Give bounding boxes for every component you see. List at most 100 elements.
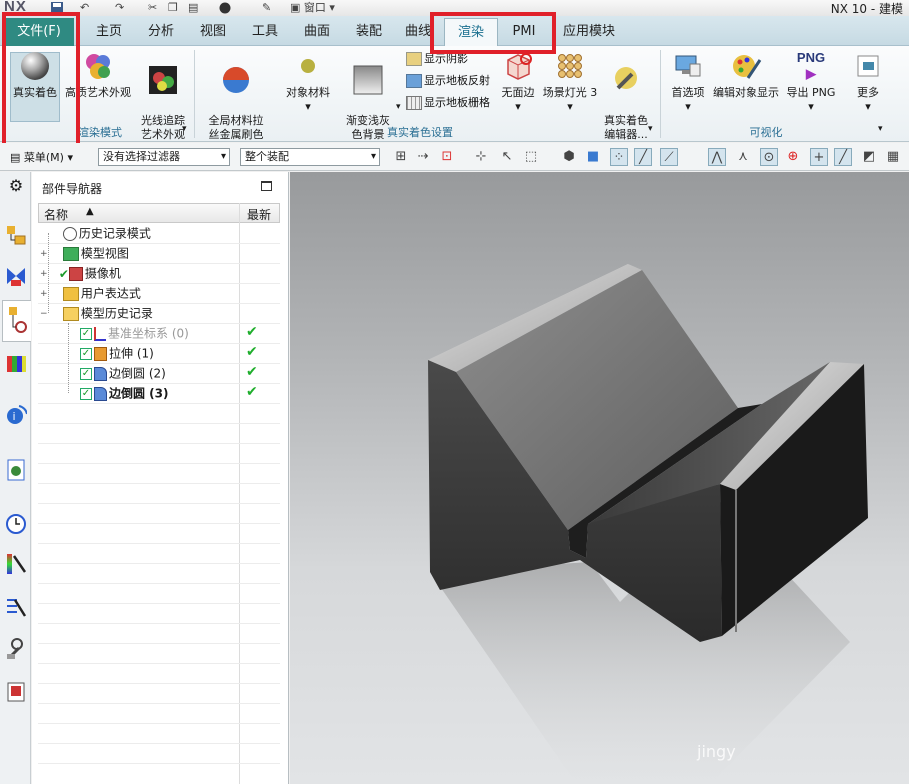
maximize-icon[interactable] xyxy=(261,181,272,191)
history-mode-label: 历史记录模式 xyxy=(78,226,151,241)
tree-row-model-history[interactable]: − 模型历史记录 xyxy=(40,303,153,323)
visibility-checkbox[interactable]: ✓ xyxy=(80,387,92,400)
snap-point-icon[interactable]: ⊡ xyxy=(438,148,456,166)
true-shading-editor-button[interactable]: 真实着色 编辑器... xyxy=(600,50,652,142)
rect-select-icon[interactable]: ⬚ xyxy=(522,148,540,166)
preferences-button[interactable]: 首选项 ▾ xyxy=(668,50,708,114)
window-menu[interactable]: ▣ 窗口 ▾ xyxy=(290,1,335,14)
snap-center-icon[interactable]: ⊙ xyxy=(760,148,778,166)
scene-light-button[interactable]: 场景灯光 3 ▾ xyxy=(542,50,598,114)
row-divider xyxy=(38,723,280,724)
tab-assembly[interactable]: 装配 xyxy=(346,18,392,46)
tree-row-user-expressions[interactable]: + 用户表达式 xyxy=(40,283,141,303)
hd3d-info-icon[interactable]: i xyxy=(5,402,28,426)
undo-icon[interactable]: ↶ xyxy=(80,1,89,14)
system-materials-icon[interactable] xyxy=(5,552,27,576)
colored-spheres-icon xyxy=(86,54,110,79)
visualize-expand-icon[interactable]: ▾ xyxy=(878,124,883,134)
object-material-button[interactable]: 对象材料 ▾ xyxy=(282,50,334,114)
tab-surface[interactable]: 曲面 xyxy=(294,18,340,46)
visible-check-icon[interactable]: ✔ xyxy=(59,267,69,281)
arrow-select-icon[interactable]: ↖ xyxy=(498,148,516,166)
global-material-button[interactable]: 全局材料拉 丝金属刷色 ▾ xyxy=(204,50,268,156)
edge-blend-2-label: 边倒圆 (2) xyxy=(109,366,166,381)
v-block-model xyxy=(428,264,868,784)
material-ball-icon xyxy=(223,67,249,93)
select-tool-icon[interactable]: ⊞ xyxy=(392,148,410,166)
settings-gear-icon[interactable]: ⚙ xyxy=(5,176,27,200)
snap-existing-point-icon[interactable]: + xyxy=(810,148,828,166)
show-floor-grid-button[interactable]: 显示地板栅格 xyxy=(406,94,490,112)
snap-line-icon[interactable]: ╱ xyxy=(634,148,652,166)
tree-row-extrude-1[interactable]: ✓ 拉伸 (1) xyxy=(80,343,154,363)
cut-icon[interactable]: ✂ xyxy=(148,1,157,14)
copy-icon[interactable]: ❐ xyxy=(168,1,178,14)
visibility-checkbox[interactable]: ✓ xyxy=(80,327,92,340)
export-png-button[interactable]: PNG ▶ 导出 PNG ▾ xyxy=(784,50,838,114)
no-face-edges-button[interactable]: 无面边 ▾ xyxy=(498,50,538,114)
type-filter-select[interactable]: 没有选择过滤器 xyxy=(98,148,230,166)
grid-snap-icon[interactable]: ▦ xyxy=(884,148,902,166)
solid-filter-icon[interactable]: ■ xyxy=(584,148,602,166)
editor-wrench-icon xyxy=(615,67,637,90)
roles-icon[interactable] xyxy=(5,680,27,704)
collapse-minus-icon[interactable]: − xyxy=(40,304,49,324)
render-mode-expand-icon[interactable]: ▾ xyxy=(182,124,187,134)
show-floor-reflection-button[interactable]: 显示地板反射 xyxy=(406,72,490,90)
reuse-library-icon[interactable] xyxy=(5,352,27,376)
graphics-viewport[interactable] xyxy=(290,172,909,784)
tree-row-cameras[interactable]: + ✔ 摄像机 xyxy=(40,263,121,283)
scope-select[interactable]: 整个装配 xyxy=(240,148,380,166)
expand-plus-icon[interactable]: + xyxy=(40,244,49,264)
tab-application[interactable]: 应用模块 xyxy=(552,18,626,46)
group-separator xyxy=(194,50,195,138)
global-material-label: 全局材料拉 丝金属刷色 xyxy=(208,114,264,141)
history-clock-icon[interactable] xyxy=(5,512,27,536)
web-browser-icon[interactable] xyxy=(5,458,27,482)
snap-endpoint-icon[interactable]: ⁘ xyxy=(610,148,628,166)
row-divider xyxy=(38,403,280,404)
part-navigator-tab[interactable] xyxy=(2,300,31,342)
paint-icon[interactable]: ✎ xyxy=(262,1,271,14)
tab-analysis[interactable]: 分析 xyxy=(138,18,184,46)
redo-icon[interactable]: ↷ xyxy=(115,1,124,14)
true-shading-expand-icon[interactable]: ▾ xyxy=(648,124,653,134)
constraint-navigator-icon[interactable] xyxy=(5,264,27,288)
point-dialog-icon[interactable]: ⊹ xyxy=(472,148,490,166)
paste-icon[interactable]: ▤ xyxy=(188,1,198,14)
tab-view[interactable]: 视图 xyxy=(190,18,236,46)
visualize-group-label: 可视化 xyxy=(749,126,783,139)
tree-row-datum-csys[interactable]: ✓ 基准坐标系 (0) xyxy=(80,323,189,343)
tree-row-edge-blend-3[interactable]: ✓ 边倒圆 (3) xyxy=(80,383,169,403)
snap-on-curve-icon[interactable]: ╱ xyxy=(834,148,852,166)
tree-row-edge-blend-2[interactable]: ✓ 边倒圆 (2) xyxy=(80,363,166,383)
gradient-background-dropdown-icon[interactable]: ▾ xyxy=(396,102,401,112)
expand-plus-icon[interactable]: + xyxy=(40,264,49,284)
snap-control-icon[interactable]: ⋀ xyxy=(708,148,726,166)
body-filter-icon[interactable]: ⬢ xyxy=(560,148,578,166)
manufacturing-wizard-icon[interactable] xyxy=(5,636,27,660)
column-divider xyxy=(239,203,240,784)
tab-tools[interactable]: 工具 xyxy=(242,18,288,46)
process-studio-icon[interactable] xyxy=(5,596,27,620)
visibility-checkbox[interactable]: ✓ xyxy=(80,367,92,380)
tree-row-history-mode[interactable]: 历史记录模式 xyxy=(40,223,151,243)
tab-home[interactable]: 主页 xyxy=(86,18,132,46)
display-mode-icon[interactable] xyxy=(218,1,232,14)
snap-quadrant-icon[interactable]: ⊕ xyxy=(784,148,802,166)
edit-object-display-button[interactable]: 编辑对象显示 xyxy=(710,50,782,100)
row-divider xyxy=(38,663,280,664)
snap-intersection-icon[interactable]: ⋏ xyxy=(734,148,752,166)
more-button[interactable]: 更多 ▾ xyxy=(846,50,890,114)
menu-button[interactable]: ▤ 菜单(M) ▾ xyxy=(10,149,73,165)
snap-face-icon[interactable]: ◩ xyxy=(860,148,878,166)
column-name-header[interactable]: 名称 xyxy=(44,206,68,223)
column-latest-header[interactable]: 最新 xyxy=(247,206,271,223)
visibility-checkbox[interactable]: ✓ xyxy=(80,347,92,360)
expand-plus-icon[interactable]: + xyxy=(40,284,49,304)
assembly-navigator-icon[interactable] xyxy=(5,224,27,248)
row-divider xyxy=(38,603,280,604)
deselect-tool-icon[interactable]: ⇢ xyxy=(414,148,432,166)
tree-row-model-views[interactable]: + 模型视图 xyxy=(40,243,129,263)
snap-midpoint-icon[interactable]: ⟋ xyxy=(660,148,678,166)
